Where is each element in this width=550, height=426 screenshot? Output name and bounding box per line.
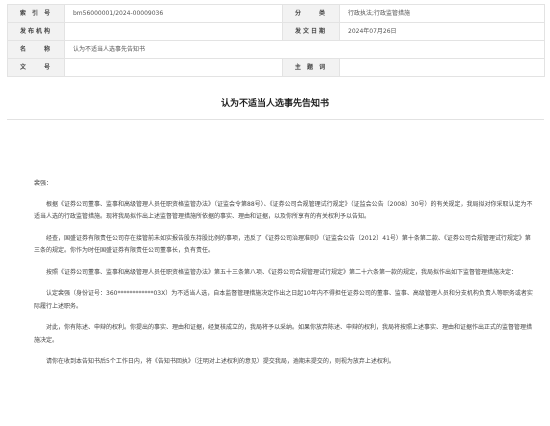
body-paragraph-2: 经查，国盛证券有限责任公司存在接管前未如实报告股东持股比例的事项，违反了《证券公… bbox=[34, 234, 531, 255]
body-paragraph-1: 根据《证券公司董事、监事和高级管理人员任职资格监管办法》（证监会令第88号）、《… bbox=[34, 200, 533, 221]
document-title: 认为不适当人选事先告知书 bbox=[220, 99, 329, 109]
body-paragraph-4: 认定裴强（身份证号：360************03X）为不适当人选，自本监督… bbox=[34, 290, 533, 310]
category-value: 行政执法;行政监管措施 bbox=[339, 4, 545, 23]
body-paragraph-6: 请你在收到本告知书后5个工作日内，将《告知书回执》（注明对上述权利的意见）提交我… bbox=[46, 358, 395, 365]
info-row-name: 名 称 认为不适当人选事先告知书 bbox=[7, 40, 545, 59]
index-label: 索 引 号 bbox=[7, 4, 65, 23]
body-paragraph-5: 对此，你有陈述、申辩的权利。你提出的事实、理由和证据，经复核成立的，我局将予以采… bbox=[34, 324, 533, 344]
name-label: 名 称 bbox=[7, 40, 65, 59]
date-value: 2024年07月26日 bbox=[339, 22, 545, 41]
salutation: 裴强： bbox=[34, 180, 53, 187]
category-label: 分 类 bbox=[282, 4, 340, 23]
subject-value bbox=[339, 58, 545, 77]
info-row-docno: 文 号 主 题 词 bbox=[7, 58, 545, 77]
index-value: bm56000001/2024-00009036 bbox=[64, 4, 283, 23]
issuer-value bbox=[64, 22, 283, 41]
docno-value bbox=[64, 58, 283, 77]
info-row-issuer: 发布机构 发文日期 2024年07月26日 bbox=[7, 22, 545, 41]
issuer-label: 发布机构 bbox=[7, 22, 65, 41]
info-row-index: 索 引 号 bm56000001/2024-00009036 分 类 行政执法;… bbox=[7, 4, 545, 23]
document-page: 索 引 号 bm56000001/2024-00009036 分 类 行政执法;… bbox=[0, 0, 550, 426]
docno-label: 文 号 bbox=[7, 58, 65, 77]
subject-label: 主 题 词 bbox=[282, 58, 340, 77]
date-label: 发文日期 bbox=[282, 22, 340, 41]
document-body: 裴强： 根据《证券公司董事、监事和高级管理人员任职资格监管办法》（证监会令第88… bbox=[34, 178, 536, 378]
document-info-table: 索 引 号 bm56000001/2024-00009036 分 类 行政执法;… bbox=[7, 4, 545, 77]
name-value: 认为不适当人选事先告知书 bbox=[64, 40, 545, 59]
body-paragraph-3: 按照《证券公司董事、监事和高级管理人员任职资格监管办法》第五十三条第八项、《证券… bbox=[46, 268, 518, 276]
title-divider bbox=[7, 119, 544, 120]
